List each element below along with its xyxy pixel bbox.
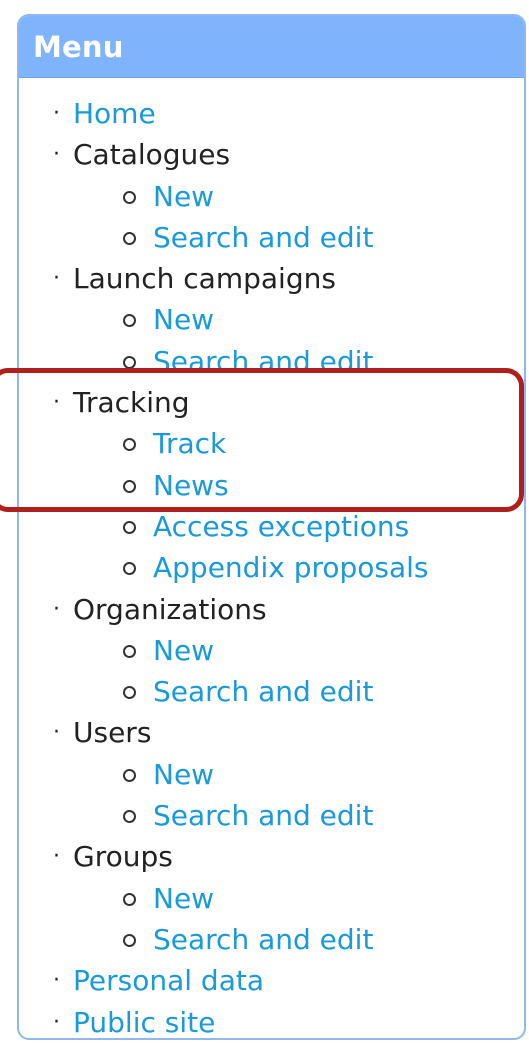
submenu-item-tracking-news[interactable]: News (19, 465, 524, 506)
menu-list: · Home · Catalogues New Search and edit … (19, 78, 524, 1038)
submenu-item-groups-search[interactable]: Search and edit (19, 919, 524, 960)
menu-item-users: · Users (19, 712, 524, 753)
menu-item-tracking: · Tracking (19, 382, 524, 423)
menu-item-label[interactable]: Home (73, 93, 156, 134)
submenu-item-organizations-search[interactable]: Search and edit (19, 671, 524, 712)
submenu-item-label[interactable]: New (153, 176, 214, 217)
circle-bullet-icon (123, 190, 136, 204)
bullet-icon: · (53, 596, 60, 622)
circle-bullet-icon (123, 562, 136, 576)
circle-bullet-icon (123, 810, 136, 824)
menu-item-catalogues: · Catalogues (19, 134, 524, 175)
menu-item-label: Launch campaigns (73, 262, 336, 296)
menu-panel: Menu · Home · Catalogues New Search and … (17, 14, 526, 1040)
submenu-item-campaigns-new[interactable]: New (19, 299, 524, 340)
menu-item-personal-data[interactable]: · Personal data (19, 960, 524, 1001)
submenu-item-label[interactable]: New (153, 878, 214, 919)
circle-bullet-icon (123, 933, 136, 947)
submenu-item-catalogues-search[interactable]: Search and edit (19, 217, 524, 258)
submenu-item-organizations-new[interactable]: New (19, 630, 524, 671)
submenu-item-label[interactable]: New (153, 299, 214, 340)
submenu-item-label[interactable]: New (153, 754, 214, 795)
submenu-item-label[interactable]: Search and edit (153, 217, 373, 258)
circle-bullet-icon (123, 479, 136, 493)
circle-bullet-icon (123, 892, 136, 906)
bullet-icon: · (53, 390, 60, 416)
bullet-icon: · (53, 844, 60, 870)
submenu-item-label[interactable]: Track (153, 423, 226, 464)
bullet-icon: · (53, 720, 60, 746)
circle-bullet-icon (123, 768, 136, 782)
circle-bullet-icon (123, 355, 136, 369)
menu-header: Menu (19, 16, 524, 78)
submenu-item-label[interactable]: Search and edit (153, 671, 373, 712)
submenu-item-tracking-appendix-proposals[interactable]: Appendix proposals (19, 547, 524, 588)
submenu-item-tracking-access-exceptions[interactable]: Access exceptions (19, 506, 524, 547)
menu-item-organizations: · Organizations (19, 589, 524, 630)
submenu-item-catalogues-new[interactable]: New (19, 176, 524, 217)
circle-bullet-icon (123, 686, 136, 700)
menu-item-label: Users (73, 716, 152, 750)
menu-item-home[interactable]: · Home (19, 93, 524, 134)
menu-item-label: Tracking (73, 386, 190, 420)
bullet-icon: · (53, 1009, 60, 1035)
bullet-icon: · (53, 968, 60, 994)
circle-bullet-icon (123, 520, 136, 534)
submenu-item-label[interactable]: Search and edit (153, 795, 373, 836)
menu-item-public-site[interactable]: · Public site (19, 1002, 524, 1038)
submenu-item-label[interactable]: Search and edit (153, 919, 373, 960)
submenu-item-label[interactable]: News (153, 465, 229, 506)
menu-title: Menu (33, 29, 124, 64)
bullet-icon: · (53, 266, 60, 292)
menu-item-label: Organizations (73, 592, 267, 626)
menu-item-label[interactable]: Public site (73, 1002, 215, 1038)
circle-bullet-icon (123, 644, 136, 658)
submenu-item-users-search[interactable]: Search and edit (19, 795, 524, 836)
submenu-item-tracking-track[interactable]: Track (19, 423, 524, 464)
circle-bullet-icon (123, 438, 136, 452)
circle-bullet-icon (123, 314, 136, 328)
bullet-icon: · (53, 101, 60, 126)
submenu-item-label[interactable]: Search and edit (153, 341, 373, 382)
menu-item-groups: · Groups (19, 836, 524, 877)
submenu-item-groups-new[interactable]: New (19, 878, 524, 919)
menu-item-label[interactable]: Personal data (73, 960, 264, 1001)
submenu-item-users-new[interactable]: New (19, 754, 524, 795)
bullet-icon: · (53, 142, 60, 168)
menu-item-label: Catalogues (73, 138, 231, 172)
submenu-item-label[interactable]: Access exceptions (153, 506, 409, 547)
submenu-item-label[interactable]: Appendix proposals (153, 547, 429, 588)
menu-item-launch-campaigns: · Launch campaigns (19, 258, 524, 299)
menu-item-label: Groups (73, 840, 173, 874)
submenu-item-label[interactable]: New (153, 630, 214, 671)
circle-bullet-icon (123, 231, 136, 245)
submenu-item-campaigns-search[interactable]: Search and edit (19, 341, 524, 382)
